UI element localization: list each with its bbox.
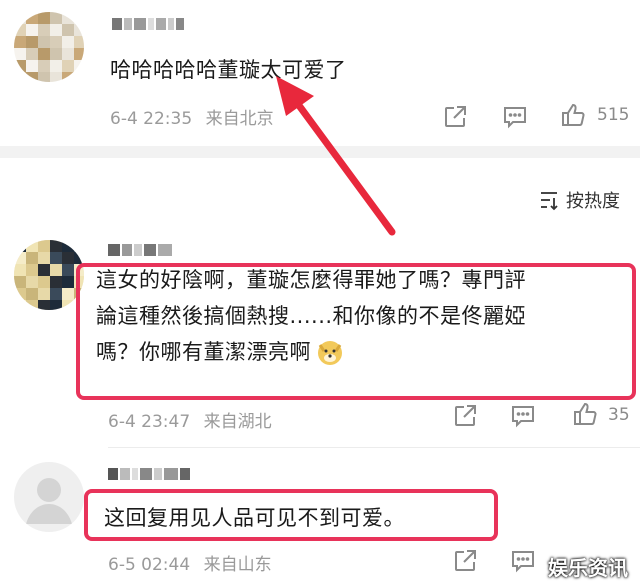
annotation-arrow (276, 76, 396, 236)
